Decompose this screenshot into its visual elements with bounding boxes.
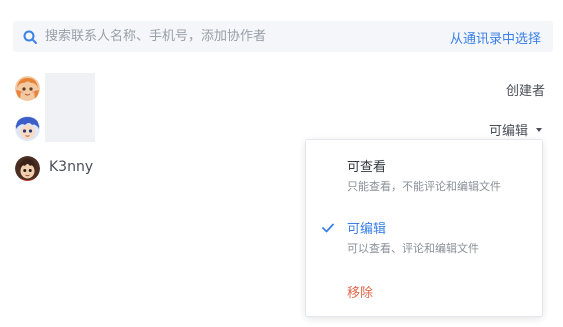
role-label-editor: 可编辑	[488, 124, 528, 139]
option-description: 可以查看、评论和编辑文件	[347, 242, 479, 255]
caret-down-icon	[536, 127, 542, 132]
check-icon	[322, 223, 334, 233]
dark-hair-avatar	[15, 156, 40, 181]
option-description: 只能查看，不能评论和编辑文件	[347, 180, 501, 193]
search-icon	[23, 30, 37, 44]
search-input[interactable]	[45, 21, 425, 52]
permission-dropdown-trigger[interactable]: 可编辑	[489, 120, 542, 139]
permission-dropdown-menu: 可查看 只能查看，不能评论和编辑文件 可编辑 可以查看、评论和编辑文件 移除	[305, 139, 543, 317]
select-from-contacts-link[interactable]: 从通讯录中选择	[450, 28, 541, 47]
collaborator-panel: 从通讯录中选择 创建者	[0, 0, 563, 327]
search-bar: 从通讯录中选择	[13, 21, 553, 52]
redacted-names-block	[45, 73, 95, 142]
option-view-only[interactable]: 可查看 只能查看，不能评论和编辑文件	[306, 140, 542, 200]
remove-member-button[interactable]: 移除	[347, 282, 373, 301]
role-label-creator: 创建者	[505, 84, 545, 99]
orange-hair-avatar	[15, 76, 40, 101]
member-name: K3nny	[49, 159, 94, 175]
option-can-edit[interactable]: 可编辑 可以查看、评论和编辑文件	[306, 204, 542, 264]
blue-hair-avatar	[15, 116, 40, 141]
option-title: 可编辑	[347, 222, 387, 237]
option-title: 可查看	[347, 160, 387, 175]
